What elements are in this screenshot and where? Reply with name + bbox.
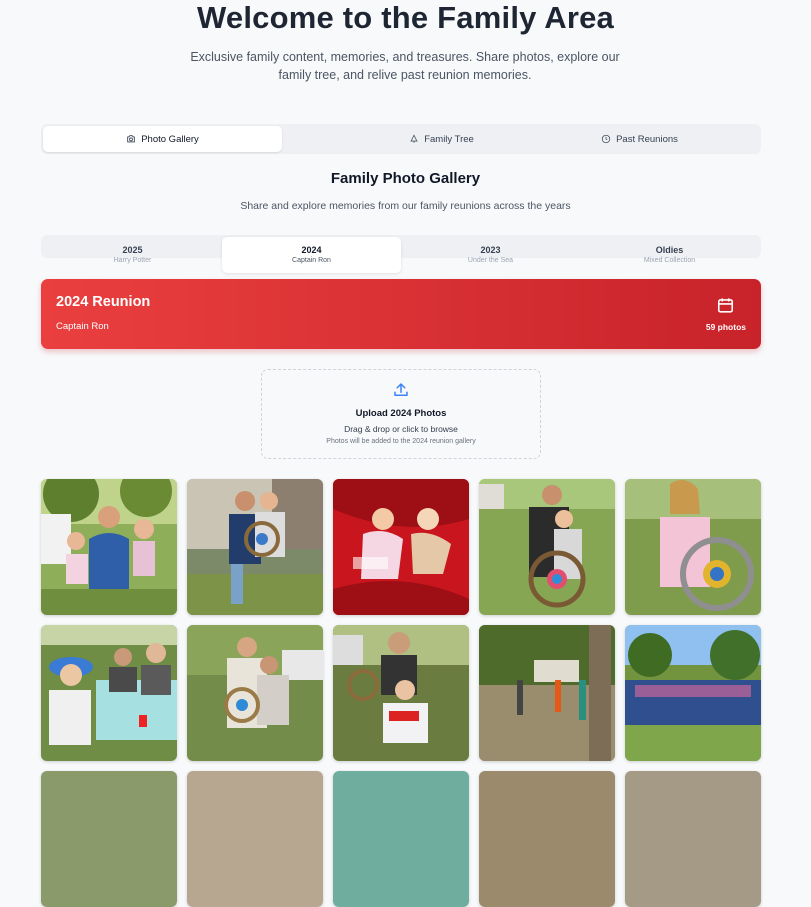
gallery-photo[interactable] (625, 625, 761, 761)
year-tab-2023[interactable]: 2023 Under the Sea (401, 237, 580, 273)
gallery-photo[interactable] (333, 771, 469, 907)
year-tab-theme: Under the Sea (467, 257, 514, 264)
gallery-photo[interactable] (41, 625, 177, 761)
section-tabs: Photo Gallery Family Tree Past Reunions (41, 124, 761, 154)
gallery-photo[interactable] (333, 625, 469, 761)
gallery-subtitle: Share and explore memories from our fami… (240, 200, 571, 212)
reunion-theme: Captain Ron (56, 321, 109, 332)
photo-count: 59 photos (705, 322, 746, 332)
tree-icon (410, 134, 418, 143)
year-tab-2025[interactable]: 2025 Harry Potter (43, 237, 222, 273)
gallery-photo[interactable] (41, 479, 177, 615)
gallery-photo[interactable] (625, 479, 761, 615)
upload-note: Photos will be added to the 2024 reunion… (326, 438, 476, 445)
camera-icon (127, 135, 135, 143)
gallery-photo[interactable] (41, 771, 177, 907)
upload-hint: Drag & drop or click to browse (344, 424, 458, 434)
page-subtitle: Exclusive family content, memories, and … (190, 50, 620, 82)
year-tab-year: 2024 (301, 245, 322, 255)
tab-label: Family Tree (424, 133, 474, 145)
year-tab-year: Oldies (655, 245, 684, 255)
year-tab-2024[interactable]: 2024 Captain Ron (222, 237, 401, 273)
gallery-photo[interactable] (479, 479, 615, 615)
gallery-photo[interactable] (187, 625, 323, 761)
year-tab-theme: Captain Ron (292, 257, 331, 264)
reunion-banner: 2024 Reunion Captain Ron 59 photos (41, 279, 761, 349)
year-tab-year: 2025 (122, 245, 143, 255)
year-tab-theme: Harry Potter (113, 257, 152, 264)
gallery-title: Family Photo Gallery (330, 170, 481, 187)
year-tab-oldies[interactable]: Oldies Mixed Collection (580, 237, 759, 273)
page-title: Welcome to the Family Area (197, 0, 614, 35)
gallery-photo[interactable] (333, 479, 469, 615)
calendar-icon (717, 298, 734, 313)
gallery-photo[interactable] (187, 479, 323, 615)
reunion-title: 2024 Reunion (56, 294, 151, 310)
gallery-photo[interactable] (625, 771, 761, 907)
tab-label: Past Reunions (616, 133, 678, 145)
upload-title: Upload 2024 Photos (355, 408, 447, 419)
clock-icon (601, 134, 611, 144)
upload-icon (394, 383, 408, 396)
gallery-photo[interactable] (479, 625, 615, 761)
tab-past-reunions[interactable]: Past Reunions (520, 126, 759, 152)
gallery-photo[interactable] (187, 771, 323, 907)
tab-label: Photo Gallery (141, 133, 199, 145)
tab-photo-gallery[interactable]: Photo Gallery (43, 126, 282, 152)
year-tab-theme: Mixed Collection (643, 257, 696, 264)
year-tabs: 2025 Harry Potter 2024 Captain Ron 2023 … (41, 235, 761, 273)
year-tab-year: 2023 (480, 245, 501, 255)
upload-dropzone[interactable]: Upload 2024 Photos Drag & drop or click … (261, 369, 541, 459)
gallery-photo[interactable] (479, 771, 615, 907)
